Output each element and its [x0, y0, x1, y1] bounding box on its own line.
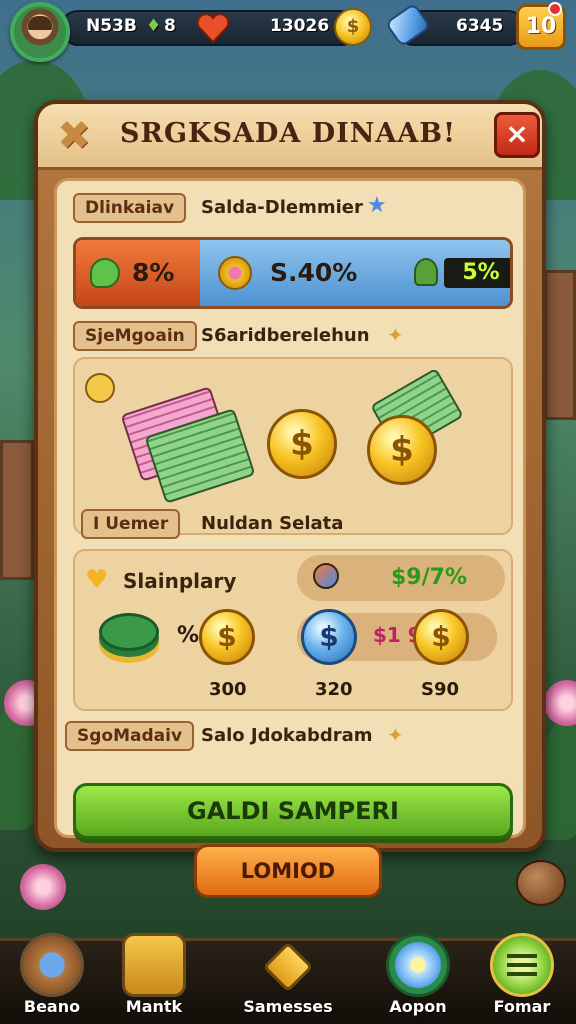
amount-3: S90	[421, 679, 460, 700]
reward-dialog: ✖ SRGKSADA DINAAB! × Dlinkaiav Salda-Dle…	[34, 100, 546, 852]
potion-icon	[313, 563, 339, 589]
heart-icon	[196, 13, 230, 44]
row3-text: Nuldan Selata	[201, 513, 344, 534]
dollar-coin-icon: $	[367, 415, 437, 485]
dialog-body: Dlinkaiav Salda-Dlemmier ★ 8% S.40% 5% S…	[54, 178, 526, 839]
nav-label: Beano	[23, 997, 81, 1016]
nav-label: Mantk	[125, 997, 183, 1016]
close-button[interactable]: ×	[494, 112, 540, 158]
dollar-coin-icon: $	[199, 609, 255, 665]
ticket-icon	[85, 373, 115, 403]
nav-label: Fomar	[493, 997, 551, 1016]
amount-2: 320	[315, 679, 353, 700]
reward-panel-bottom: ♥ Slainplary $9/7% % $ 300 $ $1 9 $ 320 …	[73, 549, 513, 711]
notification-dot	[548, 2, 562, 16]
stat-right-segment: S.40% 5%	[200, 240, 510, 306]
background-house	[544, 270, 576, 420]
hand-icon: ✦	[387, 323, 404, 347]
row4-text: Salo Jdokabdram	[201, 725, 373, 746]
dollar-coin-icon: $	[413, 609, 469, 665]
row1-text: Salda-Dlemmier	[201, 197, 363, 218]
row4-tag: SgoMadaiv	[65, 721, 195, 751]
hearts-counter: 13026	[270, 16, 330, 36]
top-right-value: $9/7%	[391, 565, 468, 590]
chip-stack-icon	[99, 613, 159, 651]
star-icon: ★	[367, 193, 387, 218]
background-flower	[544, 680, 576, 726]
nav-item-mantk[interactable]: Mantk	[106, 933, 202, 1024]
percent-sign: %	[177, 623, 200, 648]
menu-lines	[507, 954, 537, 976]
stat-left-value: 8%	[132, 258, 175, 287]
dollar-coin-icon: $	[267, 409, 337, 479]
blue-coin-icon: $	[301, 609, 357, 665]
rewards-heading: Slainplary	[123, 569, 237, 593]
dialog-title-bar: ✖ SRGKSADA DINAAB! ×	[38, 104, 542, 170]
crossed-tools-icon: ✖	[57, 113, 91, 159]
dialog-title: SRGKSADA DINAAB!	[120, 118, 456, 149]
resource-suffix: 8	[164, 16, 176, 36]
bottom-nav: Beano Mantk Samesses Aopon Fomar	[0, 933, 576, 1024]
collect-button[interactable]: GALDI SAMPERI	[73, 783, 513, 839]
tag-icon	[262, 941, 314, 993]
nav-label: Samesses	[243, 997, 333, 1016]
hand-icon: ✦	[387, 723, 404, 747]
player-avatar[interactable]	[10, 2, 70, 62]
stats-bar: 8% S.40% 5%	[73, 237, 513, 309]
secondary-button[interactable]: LOMIOD	[194, 844, 382, 898]
nav-item-fomar[interactable]: Fomar	[474, 933, 570, 1024]
stat-middle-value: S.40%	[270, 258, 358, 287]
nav-item-beano[interactable]: Beano	[4, 933, 100, 1024]
background-flower	[20, 864, 66, 910]
pencil-icon	[20, 933, 84, 997]
row2-text: S6aridberelehun	[201, 325, 370, 346]
stat-left-segment: 8%	[76, 240, 200, 306]
amount-1: 300	[209, 679, 247, 700]
flower-icon	[386, 933, 450, 997]
leaf-icon	[90, 258, 120, 288]
chest-icon	[122, 933, 186, 997]
stat-right-value: 5%	[444, 258, 510, 288]
row2-tag: SjeMgoain	[73, 321, 197, 351]
top-hud: N53B ♦ 8 13026 $ 6345 10	[0, 0, 576, 62]
sprout-icon	[414, 258, 438, 286]
row1-tag: Dlinkaiav	[73, 193, 187, 223]
ring-gem-icon	[218, 256, 252, 290]
nav-item-aopon[interactable]: Aopon	[370, 933, 466, 1024]
clover-icon: ♦	[146, 16, 162, 36]
nav-item-samesses[interactable]: Samesses	[240, 941, 336, 1024]
resource-counter: N53B	[86, 16, 137, 36]
row3-tag: I Uemer	[81, 509, 181, 539]
coconut-icon	[516, 860, 566, 906]
avatar-hair	[28, 16, 52, 30]
coin-icon[interactable]: $	[334, 8, 372, 46]
nav-label: Aopon	[389, 997, 447, 1016]
gems-counter: 6345	[456, 16, 504, 36]
menu-icon	[490, 933, 554, 997]
background-house	[0, 440, 34, 580]
heart-badge-icon: ♥	[85, 565, 109, 595]
